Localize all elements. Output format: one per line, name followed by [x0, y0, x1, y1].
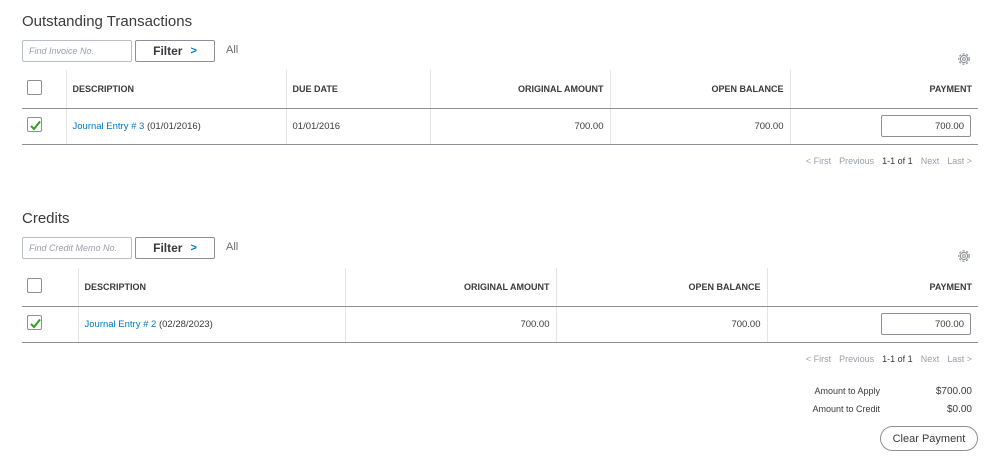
find-credit-memo-input[interactable] [22, 237, 132, 259]
checkmark-icon [30, 318, 41, 329]
amount-to-credit-row: Amount to Credit $0.00 [780, 400, 972, 418]
pager-previous[interactable]: Previous [839, 354, 874, 364]
pager-range: 1-1 of 1 [882, 156, 913, 166]
gear-icon[interactable] [956, 248, 972, 264]
column-header-original-amount: ORIGINAL AMOUNT [344, 268, 556, 307]
description-date: (02/28/2023) [156, 318, 213, 330]
row-open-balance: 700.00 [555, 306, 767, 343]
checkmark-icon [30, 120, 41, 131]
pager-next[interactable]: Next [921, 354, 940, 364]
filter-label: Filter [153, 44, 183, 58]
column-header-description: DESCRIPTION [65, 70, 286, 109]
credits-pagination: < First Previous 1-1 of 1 Next Last > [806, 354, 972, 364]
row-original-amount: 700.00 [344, 306, 556, 343]
row-description: Journal Entry # 3 (01/01/2016) [65, 108, 286, 145]
column-header-due-date: DUE DATE [285, 70, 430, 109]
payment-summary: Amount to Apply $700.00 Amount to Credit… [780, 382, 972, 418]
pager-first[interactable]: < First [806, 354, 831, 364]
column-header-open-balance: OPEN BALANCE [609, 70, 790, 109]
table-row: Journal Entry # 3 (01/01/2016) 01/01/201… [22, 108, 978, 145]
pager-last[interactable]: Last > [947, 354, 972, 364]
clear-payment-button[interactable]: Clear Payment [880, 426, 978, 451]
credits-filter-button[interactable]: Filter > [135, 237, 215, 259]
outstanding-all-label: All [226, 44, 239, 56]
payment-input[interactable] [881, 313, 971, 335]
journal-entry-link[interactable]: Journal Entry # 2 [85, 319, 157, 330]
row-due-date: 01/01/2016 [285, 108, 430, 145]
outstanding-transactions-title: Outstanding Transactions [22, 13, 193, 30]
pager-range: 1-1 of 1 [882, 354, 913, 364]
amount-to-apply-label: Amount to Apply [814, 386, 880, 396]
amount-to-credit-label: Amount to Credit [812, 404, 880, 414]
column-header-open-balance: OPEN BALANCE [555, 268, 767, 307]
pager-previous[interactable]: Previous [839, 156, 874, 166]
journal-entry-link[interactable]: Journal Entry # 3 [73, 121, 145, 132]
table-row: Journal Entry # 2 (02/28/2023) 700.00 70… [22, 306, 978, 343]
column-header-payment: PAYMENT [789, 70, 978, 109]
chevron-right-icon: > [190, 45, 197, 57]
row-open-balance: 700.00 [609, 108, 790, 145]
find-invoice-input[interactable] [22, 40, 132, 62]
credits-all-label: All [226, 241, 239, 253]
pager-last[interactable]: Last > [947, 156, 972, 166]
amount-to-apply-value: $700.00 [935, 385, 972, 397]
credits-title: Credits [22, 210, 70, 227]
filter-label: Filter [153, 241, 183, 255]
outstanding-pagination: < First Previous 1-1 of 1 Next Last > [806, 156, 972, 166]
chevron-right-icon: > [190, 242, 197, 254]
column-header-original-amount: ORIGINAL AMOUNT [429, 70, 610, 109]
row-checkbox[interactable] [27, 117, 42, 132]
pager-first[interactable]: < First [806, 156, 831, 166]
row-checkbox[interactable] [27, 315, 42, 330]
amount-to-apply-row: Amount to Apply $700.00 [780, 382, 972, 400]
select-all-checkbox[interactable] [27, 278, 42, 294]
credits-table: DESCRIPTION ORIGINAL AMOUNT OPEN BALANCE… [22, 268, 978, 343]
row-original-amount: 700.00 [429, 108, 610, 145]
description-date: (01/01/2016) [144, 120, 201, 132]
amount-to-credit-value: $0.00 [946, 403, 972, 415]
column-header-payment: PAYMENT [766, 268, 978, 307]
table-header-row: DESCRIPTION ORIGINAL AMOUNT OPEN BALANCE… [22, 268, 978, 307]
gear-icon[interactable] [956, 51, 972, 67]
outstanding-filter-button[interactable]: Filter > [135, 40, 215, 62]
column-header-description: DESCRIPTION [77, 268, 345, 307]
payment-input[interactable] [881, 115, 971, 137]
pager-next[interactable]: Next [921, 156, 940, 166]
table-header-row: DESCRIPTION DUE DATE ORIGINAL AMOUNT OPE… [22, 70, 978, 109]
outstanding-transactions-table: DESCRIPTION DUE DATE ORIGINAL AMOUNT OPE… [22, 70, 978, 145]
select-all-checkbox[interactable] [27, 80, 42, 96]
row-description: Journal Entry # 2 (02/28/2023) [77, 306, 345, 343]
